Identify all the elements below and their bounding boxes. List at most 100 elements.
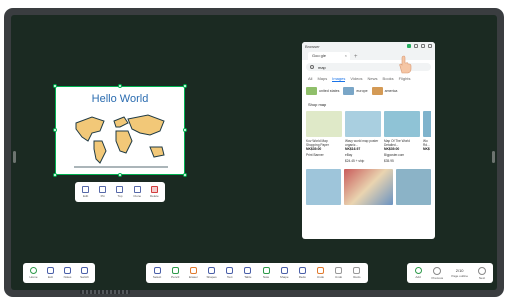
- note-tool[interactable]: Note: [259, 267, 273, 279]
- browser-tab[interactable]: Goo gle ×: [308, 52, 350, 60]
- whiteboard-title: Hello World: [91, 93, 149, 105]
- switch-button[interactable]: Switch: [78, 267, 92, 279]
- window-controls: [407, 44, 432, 48]
- product-card[interactable]: Map Of The World Detailed... NK$39.00 Bi…: [384, 111, 420, 163]
- shapes-tool[interactable]: Shapes: [205, 267, 219, 279]
- left-toolbar: Home Exit Notes Switch: [23, 263, 95, 283]
- resize-handle-bm[interactable]: [118, 173, 122, 177]
- shape-icon: [280, 267, 288, 274]
- chip-america[interactable]: america: [371, 87, 397, 95]
- redo-button[interactable]: Redo: [350, 267, 364, 279]
- resize-handle-tr[interactable]: [183, 84, 187, 88]
- product-image: [306, 111, 342, 137]
- table-tool[interactable]: Table: [241, 267, 255, 279]
- product-card[interactable]: Wo Rd... NK$: [423, 111, 431, 163]
- tab-news[interactable]: News: [368, 76, 378, 82]
- product-row: Kov World Map Shopping Paper NK$39.00 Pr…: [306, 111, 431, 163]
- image-result[interactable]: [306, 169, 342, 205]
- image-result[interactable]: [395, 169, 431, 205]
- next-page-button[interactable]: Next: [475, 266, 489, 280]
- tab-flights[interactable]: Flights: [399, 76, 411, 82]
- maximize-icon[interactable]: [421, 44, 425, 48]
- image-result[interactable]: [344, 169, 393, 205]
- text-tool[interactable]: Text: [223, 267, 237, 279]
- exit-button[interactable]: Exit: [44, 267, 58, 279]
- resize-handle-ml[interactable]: [53, 128, 57, 132]
- select-tool[interactable]: Select: [150, 267, 164, 279]
- resize-handle-mr[interactable]: [183, 128, 187, 132]
- note-icon: [262, 267, 270, 274]
- chip-united-states[interactable]: united states: [306, 87, 339, 95]
- search-icon: [310, 65, 314, 69]
- delete-button[interactable]: Delete: [147, 186, 162, 198]
- resize-handle-br[interactable]: [183, 173, 187, 177]
- right-toolbar: Add Previous 2/10 Page outline Next: [407, 263, 493, 283]
- eraser-tool[interactable]: Eraser: [186, 267, 200, 279]
- tab-books[interactable]: Books: [383, 76, 394, 82]
- chip-thumbnail: [306, 87, 317, 95]
- chevron-left-icon: [433, 266, 442, 275]
- pin-icon: [99, 186, 107, 193]
- resize-handle-tm[interactable]: [118, 84, 122, 88]
- pencil-icon: [171, 267, 179, 274]
- tab-all[interactable]: All: [308, 76, 312, 82]
- close-icon[interactable]: [428, 44, 432, 48]
- redo-tool[interactable]: Redo: [295, 267, 309, 279]
- tab-videos[interactable]: Videos: [350, 76, 362, 82]
- whiteboard-object[interactable]: Hello World: [53, 84, 187, 177]
- undo-button[interactable]: Undo: [332, 267, 346, 279]
- text-icon: [226, 267, 234, 274]
- browser-tabs: Goo gle × +: [302, 51, 435, 60]
- tab-maps[interactable]: Maps: [317, 76, 327, 82]
- undo-tool[interactable]: Undo: [313, 267, 327, 279]
- product-image: [345, 111, 381, 137]
- pin-button[interactable]: Pin: [95, 186, 110, 198]
- status-dot-icon: [407, 44, 411, 48]
- tab-close-icon[interactable]: ×: [345, 53, 347, 58]
- eraser-icon: [189, 267, 197, 274]
- edit-button[interactable]: Edit: [78, 186, 93, 198]
- home-button[interactable]: Home: [27, 267, 41, 279]
- image-results: [306, 169, 431, 205]
- tab-images[interactable]: Images: [332, 76, 346, 82]
- home-icon: [30, 267, 37, 274]
- chip-thumbnail: [371, 87, 383, 95]
- browser-titlebar[interactable]: Browser: [302, 42, 435, 51]
- new-tab-icon[interactable]: +: [354, 54, 358, 60]
- add-icon: [414, 267, 422, 274]
- add-page-button[interactable]: Add: [411, 267, 425, 279]
- chip-europe[interactable]: europe: [343, 87, 368, 95]
- browser-window[interactable]: Browser Goo gle × + map All Maps Images …: [302, 42, 435, 239]
- whiteboard-canvas[interactable]: Hello World Edit Pin Top Clone Delete Br…: [11, 15, 497, 290]
- page-outline-button[interactable]: 2/10 Page outline: [450, 268, 470, 278]
- top-button[interactable]: Top: [112, 186, 127, 198]
- resize-handle-bl[interactable]: [53, 173, 57, 177]
- exit-icon: [47, 267, 54, 274]
- product-card[interactable]: Wavy world map poster organiz... NK$16.9…: [345, 111, 381, 163]
- product-card[interactable]: Kov World Map Shopping Paper NK$39.00 Pr…: [306, 111, 342, 163]
- shape-tool[interactable]: Shape: [277, 267, 291, 279]
- shop-heading: Shop map: [308, 102, 327, 107]
- speaker-grille: [80, 290, 130, 294]
- edit-icon: [82, 186, 90, 193]
- previous-page-button[interactable]: Previous: [430, 266, 444, 280]
- resize-handle-tl[interactable]: [53, 84, 57, 88]
- hand-pointer-icon: [399, 55, 412, 74]
- delete-icon: [150, 186, 158, 193]
- search-tabs: All Maps Images Videos News Books Flight…: [308, 76, 429, 82]
- pencil-tool[interactable]: Pencil: [168, 267, 182, 279]
- minimize-icon[interactable]: [414, 44, 418, 48]
- clone-button[interactable]: Clone: [130, 186, 145, 198]
- redo-icon: [298, 267, 306, 274]
- left-side-handle[interactable]: [13, 151, 16, 163]
- notes-icon: [64, 267, 71, 274]
- object-toolbar: Edit Pin Top Clone Delete: [75, 182, 165, 202]
- cursor-icon: [153, 267, 161, 274]
- center-toolbar: Select Pencil Eraser Shapes Text Table N…: [146, 263, 368, 283]
- right-side-handle[interactable]: [492, 151, 495, 163]
- redo-arrow-icon: [353, 267, 361, 274]
- world-map-image: [74, 114, 168, 168]
- notes-button[interactable]: Notes: [61, 267, 75, 279]
- clone-icon: [133, 186, 141, 193]
- page-indicator: 2/10: [455, 268, 464, 273]
